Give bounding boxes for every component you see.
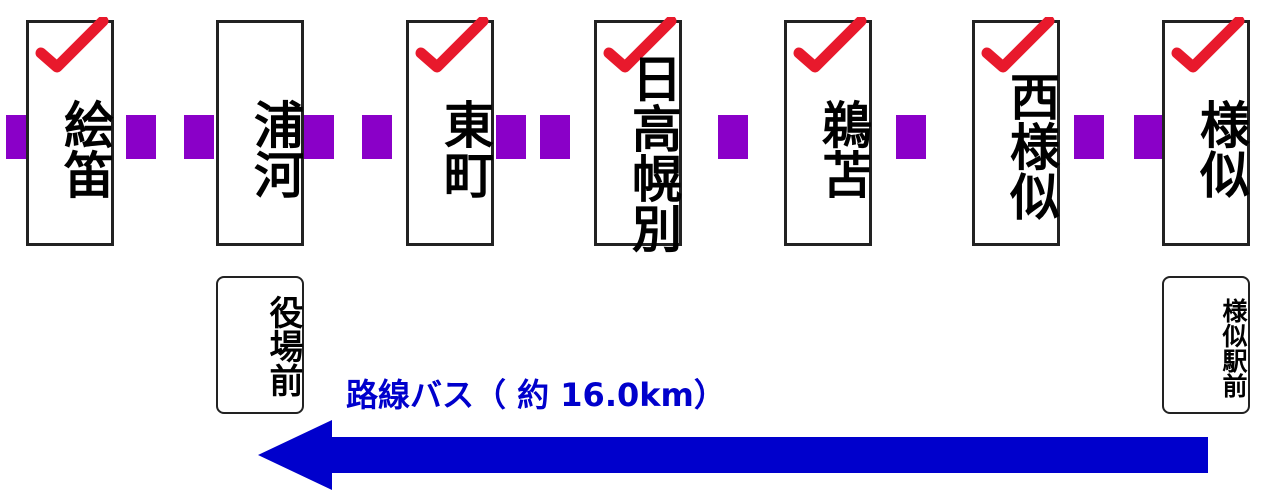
station-name: 東町 (436, 99, 494, 199)
checkmark-icon (35, 17, 109, 73)
rail-dash (1074, 115, 1104, 159)
station-etomo: 絵笛 (26, 17, 114, 246)
station-utoma: 鵜苫 (784, 17, 872, 246)
station-hidaka-horobetsu: 日高幌別 (594, 17, 682, 253)
bus-stop-name: 様似駅前 (1219, 298, 1248, 398)
bus-route-label: 路線バス（ 約 16.0km） (346, 376, 726, 414)
rail-dash (184, 115, 214, 159)
rail-dash (304, 115, 334, 159)
checkmark-icon (1171, 17, 1245, 73)
station-name: 様似 (1192, 99, 1250, 199)
station-samani: 様似 (1162, 17, 1250, 246)
station-nishi-samani: 西様似 (972, 17, 1060, 246)
bus-stop-name: 役場前 (263, 295, 303, 397)
rail-dash (718, 115, 748, 159)
station-name: 浦河 (246, 99, 304, 199)
station-name: 西様似 (1002, 71, 1060, 221)
bus-stop-samani-eki-mae: 様似駅前 (1162, 276, 1250, 414)
rail-dash (1134, 115, 1164, 159)
rail-dash (896, 115, 926, 159)
station-name: 日高幌別 (624, 53, 682, 253)
station-urakawa: 浦河 (216, 20, 304, 246)
bus-stop-yakuba-mae: 役場前 (216, 276, 304, 414)
rail-dash (126, 115, 156, 159)
station-name: 絵笛 (56, 99, 114, 199)
rail-dash (540, 115, 570, 159)
checkmark-icon (415, 17, 489, 73)
station-name: 鵜苫 (814, 99, 872, 199)
rail-dash (496, 115, 526, 159)
station-higashicho: 東町 (406, 17, 494, 246)
bus-route-arrow-icon (258, 420, 1208, 490)
checkmark-icon (793, 17, 867, 73)
rail-dash (362, 115, 392, 159)
